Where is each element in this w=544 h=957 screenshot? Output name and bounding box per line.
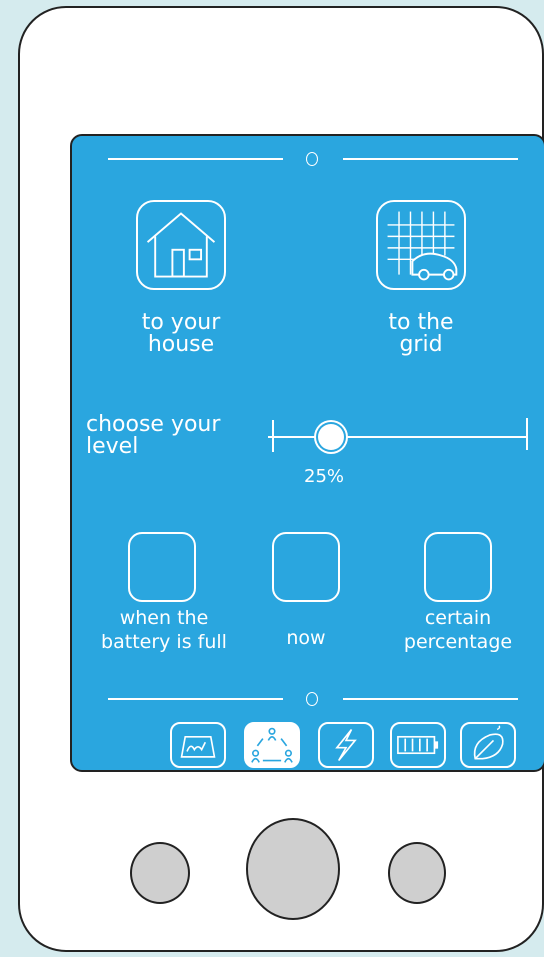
- tab-dashboard[interactable]: [170, 722, 226, 768]
- eco-leaf-icon: [473, 725, 504, 760]
- battery-full-label: when the battery is full: [101, 607, 227, 653]
- left-hardware-button[interactable]: [130, 842, 190, 904]
- bottom-separator: [108, 692, 518, 706]
- right-hardware-button[interactable]: [388, 842, 446, 904]
- grid-car-icon[interactable]: [376, 200, 466, 290]
- phone-device: to your house to the grid choose your le…: [18, 6, 544, 952]
- sharing-cycle-icon: [251, 727, 293, 763]
- lightning-icon: [335, 728, 357, 762]
- percentage-label: certain percentage: [403, 607, 513, 653]
- tab-battery[interactable]: [390, 722, 446, 768]
- level-slider-track[interactable]: [268, 436, 528, 438]
- battery-full-checkbox[interactable]: [128, 532, 196, 602]
- slider-min-tick: [272, 420, 274, 452]
- now-label: now: [286, 627, 326, 649]
- top-separator: [108, 152, 518, 166]
- tab-eco[interactable]: [460, 722, 516, 768]
- tab-energy[interactable]: [318, 722, 374, 768]
- dashboard-icon: [180, 735, 216, 758]
- level-slider-knob[interactable]: [318, 424, 344, 450]
- battery-icon: [397, 735, 439, 755]
- app-screen: to your house to the grid choose your le…: [70, 134, 544, 772]
- house-icon[interactable]: [136, 200, 226, 290]
- now-checkbox[interactable]: [272, 532, 340, 602]
- tab-sharing[interactable]: [244, 722, 300, 768]
- level-percent: 25%: [304, 466, 345, 487]
- home-hardware-button[interactable]: [246, 818, 340, 920]
- percentage-checkbox[interactable]: [424, 532, 492, 602]
- level-label: choose your level: [86, 412, 221, 459]
- grid-option-label: to the grid: [388, 310, 454, 357]
- house-option-label: to your house: [141, 310, 221, 357]
- slider-max-tick: [526, 418, 528, 450]
